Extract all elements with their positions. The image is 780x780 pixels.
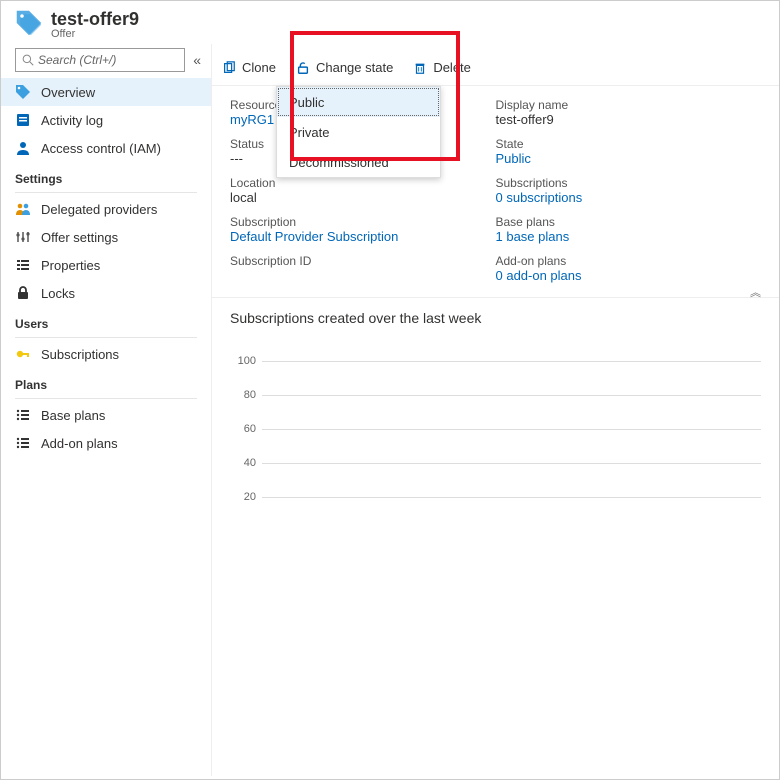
chart-gridline: 40 [230, 446, 761, 480]
toolbar: Clone Change state Delete Public Private… [212, 50, 779, 86]
search-placeholder: Search (Ctrl+/) [38, 53, 116, 67]
unlock-icon [296, 61, 310, 75]
sidebar-item-addon-plans[interactable]: Add-on plans [1, 429, 211, 457]
section-plans: Plans [1, 368, 211, 396]
sliders-icon [15, 229, 31, 245]
trash-icon [413, 61, 427, 75]
button-label: Clone [242, 60, 276, 75]
field-label: Add-on plans [496, 254, 762, 268]
lock-icon [15, 285, 31, 301]
sidebar-item-activity-log[interactable]: Activity log [1, 106, 211, 134]
chart-y-tick: 60 [230, 423, 262, 435]
chart-panel: ︽ Subscriptions created over the last we… [212, 297, 779, 526]
option-label: Public [289, 95, 324, 110]
chart-y-tick: 40 [230, 457, 262, 469]
key-icon [15, 346, 31, 362]
section-settings: Settings [1, 162, 211, 190]
button-label: Delete [433, 60, 471, 75]
providers-icon [15, 201, 31, 217]
sidebar-item-label: Activity log [41, 113, 103, 128]
page-title: test-offer9 [51, 9, 139, 30]
chart-y-tick: 80 [230, 389, 262, 401]
sidebar-item-label: Properties [41, 258, 100, 273]
base-plans-link[interactable]: 1 base plans [496, 229, 762, 244]
dropdown-option-private[interactable]: Private [277, 117, 440, 147]
properties-icon [15, 257, 31, 273]
chart-gridline: 20 [230, 480, 761, 514]
chart-y-tick: 100 [230, 355, 262, 367]
offer-tag-icon [15, 9, 43, 40]
field-label: Display name [496, 98, 762, 112]
collapse-sidebar-icon[interactable]: « [193, 52, 201, 68]
collapse-chart-icon[interactable]: ︽ [750, 284, 761, 300]
display-name-value: test-offer9 [496, 112, 762, 127]
change-state-button[interactable]: Change state [286, 50, 403, 86]
search-icon [22, 54, 34, 66]
clone-button[interactable]: Clone [212, 50, 286, 86]
sidebar-item-delegated-providers[interactable]: Delegated providers [1, 195, 211, 223]
sidebar-item-base-plans[interactable]: Base plans [1, 401, 211, 429]
field-label: Base plans [496, 215, 762, 229]
sidebar-item-label: Overview [41, 85, 95, 100]
chart-gridline-rule [262, 463, 761, 464]
dropdown-option-decommissioned[interactable]: Decommissioned [277, 147, 440, 177]
field-label: Subscriptions [496, 176, 762, 190]
dropdown-option-public[interactable]: Public [277, 87, 440, 117]
delete-button[interactable]: Delete [403, 50, 481, 86]
list-icon [15, 435, 31, 451]
sidebar-item-subscriptions[interactable]: Subscriptions [1, 340, 211, 368]
section-users: Users [1, 307, 211, 335]
chart-gridline: 80 [230, 378, 761, 412]
sidebar-item-overview[interactable]: Overview [1, 78, 211, 106]
divider [15, 337, 197, 338]
sidebar-item-label: Access control (IAM) [41, 141, 161, 156]
chart-gridline-rule [262, 361, 761, 362]
divider [15, 398, 197, 399]
chart-grid: 100 80 60 40 20 [230, 344, 761, 514]
sidebar-item-label: Locks [41, 286, 75, 301]
sidebar-item-label: Offer settings [41, 230, 118, 245]
state-link[interactable]: Public [496, 151, 762, 166]
chart-gridline: 100 [230, 344, 761, 378]
location-value: local [230, 190, 496, 205]
option-label: Decommissioned [289, 155, 389, 170]
chart-gridline-rule [262, 395, 761, 396]
button-label: Change state [316, 60, 393, 75]
subscription-link[interactable]: Default Provider Subscription [230, 229, 496, 244]
divider [15, 192, 197, 193]
activity-log-icon [15, 112, 31, 128]
subscriptions-link[interactable]: 0 subscriptions [496, 190, 762, 205]
sidebar-item-properties[interactable]: Properties [1, 251, 211, 279]
chart-gridline: 60 [230, 412, 761, 446]
copy-icon [222, 61, 236, 75]
person-icon [15, 140, 31, 156]
chart-gridline-rule [262, 429, 761, 430]
option-label: Private [289, 125, 329, 140]
sidebar-item-label: Delegated providers [41, 202, 157, 217]
sidebar-item-label: Base plans [41, 408, 105, 423]
chart-gridline-rule [262, 497, 761, 498]
list-icon [15, 407, 31, 423]
sidebar-item-label: Add-on plans [41, 436, 118, 451]
field-label: Subscription [230, 215, 496, 229]
page-header: test-offer9 Offer [1, 1, 779, 44]
sidebar-item-label: Subscriptions [41, 347, 119, 362]
field-label: State [496, 137, 762, 151]
main-content: Clone Change state Delete Public Private… [211, 44, 779, 776]
sidebar-item-locks[interactable]: Locks [1, 279, 211, 307]
field-label: Subscription ID [230, 254, 496, 268]
chart-y-tick: 20 [230, 491, 262, 503]
field-label: Location [230, 176, 496, 190]
chart-title: Subscriptions created over the last week [230, 310, 761, 326]
addon-plans-link[interactable]: 0 add-on plans [496, 268, 762, 283]
search-input[interactable]: Search (Ctrl+/) [15, 48, 185, 72]
tag-icon [15, 84, 31, 100]
sidebar-item-iam[interactable]: Access control (IAM) [1, 134, 211, 162]
sidebar: Search (Ctrl+/) « Overview Activity log … [1, 44, 211, 776]
sidebar-item-offer-settings[interactable]: Offer settings [1, 223, 211, 251]
change-state-dropdown: Public Private Decommissioned [276, 86, 441, 178]
